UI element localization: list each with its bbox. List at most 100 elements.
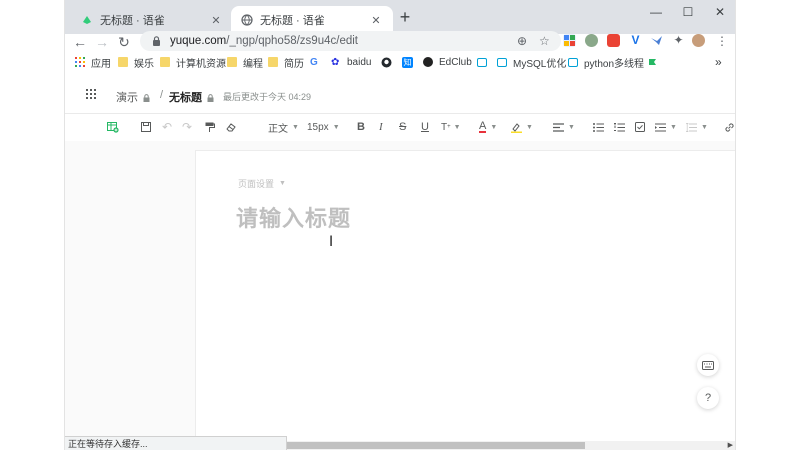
bookmark-apps[interactable]: 应用 — [75, 54, 111, 70]
bookmark-python[interactable]: python多线程 — [568, 54, 644, 70]
bookmark-label: MySQL优化 — [513, 58, 567, 70]
tab-inactive[interactable]: 无标题 · 语雀 ✕ — [71, 6, 233, 34]
new-tab-button[interactable]: + — [395, 8, 415, 26]
paragraph-style-select[interactable]: 正文 ▼ — [268, 120, 299, 135]
bookmark-label: EdClub — [439, 56, 472, 68]
scroll-right-arrow-icon[interactable]: ▶ — [728, 441, 733, 449]
page-settings-dropdown[interactable]: 页面设置 ▼ — [238, 177, 286, 190]
tab-active[interactable]: 无标题 · 语雀 ✕ — [231, 6, 393, 34]
italic-icon[interactable]: I — [379, 120, 383, 134]
bilibili-icon[interactable] — [477, 54, 493, 70]
keyboard-icon — [702, 360, 714, 370]
keyboard-shortcuts-button[interactable] — [697, 354, 719, 376]
add-icon[interactable]: ⊕ — [517, 34, 527, 48]
bookmark-label: 应用 — [91, 58, 111, 70]
space-name: 演示 — [116, 92, 138, 104]
github-icon[interactable] — [381, 54, 392, 70]
bookmarks-overflow-button[interactable]: » — [715, 54, 722, 70]
globe-icon — [241, 14, 253, 26]
app-menu-grid-icon[interactable] — [86, 89, 96, 99]
font-size-select[interactable]: 15px ▼ — [307, 120, 340, 134]
help-button[interactable]: ? — [697, 387, 719, 409]
breadcrumb-space[interactable]: 演示 — [116, 89, 150, 105]
left-letterbox — [0, 0, 65, 450]
text-cursor-icon: I — [329, 234, 334, 250]
extension-v-icon[interactable]: V — [629, 34, 642, 47]
task-list-icon[interactable] — [635, 120, 645, 134]
folder-icon — [118, 57, 128, 67]
document-page[interactable]: 页面设置 ▼ 请输入标题 I — [195, 150, 735, 450]
bookmark-folder[interactable]: 简历 — [268, 54, 304, 70]
strikethrough-icon[interactable]: S — [399, 120, 406, 134]
bookmark-star-icon[interactable]: ☆ — [539, 34, 550, 48]
indent-icon[interactable]: ▼ — [655, 120, 677, 134]
line-height-icon[interactable]: ▼ — [686, 120, 708, 134]
tab-strip: 无标题 · 语雀 ✕ 无标题 · 语雀 ✕ + — ☐ ✕ — [65, 0, 735, 34]
private-lock-icon — [207, 93, 214, 102]
insert-table-icon[interactable] — [107, 120, 119, 134]
bullet-list-icon[interactable] — [593, 120, 604, 134]
folder-icon — [160, 57, 170, 67]
highlight-color-icon[interactable]: ▼ — [511, 120, 533, 134]
title-input[interactable]: 请输入标题 — [236, 201, 351, 233]
google-icon[interactable]: G — [310, 54, 318, 70]
clear-format-icon[interactable] — [226, 120, 237, 134]
lock-icon — [152, 36, 162, 46]
breadcrumb-separator: / — [160, 89, 164, 101]
maximize-button[interactable]: ☐ — [677, 5, 699, 19]
flag-icon[interactable] — [648, 54, 657, 70]
redo-icon[interactable]: ↷ — [182, 120, 192, 134]
bookmark-folder[interactable]: 编程 — [227, 54, 263, 70]
menu-kebab-icon[interactable]: ⋮ — [716, 34, 728, 48]
save-icon[interactable] — [141, 120, 151, 134]
font-size-value: 15px — [307, 121, 329, 133]
bookmarks-bar: 应用 娱乐 计算机资源 编程 简历 G ✿ baidu 知 EdClub MyS… — [65, 54, 735, 70]
bilibili-icon — [497, 57, 507, 67]
font-color-icon[interactable]: A ▼ — [479, 120, 497, 134]
status-bubble: 正在等待存入缓存... — [65, 436, 287, 450]
editor-canvas: 页面设置 ▼ 请输入标题 I ? — [65, 141, 735, 450]
bookmark-label: 编程 — [243, 58, 263, 70]
bookmark-folder[interactable]: 计算机资源 — [160, 54, 226, 70]
minimize-button[interactable]: — — [645, 5, 667, 19]
chevron-down-icon: ▼ — [279, 180, 286, 187]
link-icon[interactable] — [724, 120, 735, 134]
bookmark-label: 计算机资源 — [176, 58, 226, 70]
undo-icon[interactable]: ↶ — [162, 120, 172, 134]
tab-title: 无标题 · 语雀 — [260, 15, 325, 27]
align-icon[interactable]: ▼ — [553, 120, 575, 134]
superscript-icon[interactable]: T + ▼ — [441, 120, 461, 134]
underline-icon[interactable]: U — [421, 120, 429, 134]
zhihu-icon[interactable]: 知 — [402, 54, 413, 70]
bold-icon[interactable]: B — [357, 120, 365, 134]
breadcrumb-doc[interactable]: 无标题 — [169, 89, 214, 105]
bookmark-mysql[interactable]: MySQL优化 — [497, 54, 566, 70]
url-host: yuque.com — [170, 35, 227, 47]
editor-toolbar: ↶ ↷ 正文 ▼ 15px ▼ B I S U T + ▼ A ▼ ▼ ▼ ▼ … — [65, 113, 735, 142]
ordered-list-icon[interactable] — [614, 120, 625, 134]
url-path: /_ngp/qpho58/zs9u4c/edit — [226, 35, 358, 47]
extension-grid-icon[interactable] — [563, 34, 576, 47]
format-painter-icon[interactable] — [205, 120, 215, 134]
forward-button[interactable]: → — [93, 34, 111, 50]
chevron-down-icon: ▼ — [670, 123, 677, 131]
tab-close-icon[interactable]: ✕ — [209, 14, 223, 27]
address-bar[interactable]: yuque.com/_ngp/qpho58/zs9u4c/edit — [140, 31, 561, 51]
browser-window: 无标题 · 语雀 ✕ 无标题 · 语雀 ✕ + — ☐ ✕ ← → ↻ yuqu… — [65, 0, 735, 450]
horizontal-scrollbar[interactable]: ▶ — [287, 441, 735, 450]
extension-circle-icon[interactable] — [585, 34, 598, 47]
bookmark-label: 简历 — [284, 58, 304, 70]
tab-close-icon[interactable]: ✕ — [369, 14, 383, 27]
bookmark-baidu[interactable]: ✿ baidu — [331, 54, 371, 70]
extension-badge-icon[interactable] — [607, 34, 620, 47]
bookmark-folder[interactable]: 娱乐 — [118, 54, 154, 70]
bookmark-label: 娱乐 — [134, 58, 154, 70]
extension-bird-icon[interactable] — [650, 34, 663, 47]
scrollbar-thumb[interactable] — [287, 442, 585, 449]
bookmark-edclub[interactable]: EdClub — [423, 54, 472, 70]
back-button[interactable]: ← — [71, 34, 89, 50]
close-window-button[interactable]: ✕ — [709, 5, 731, 19]
reload-button[interactable]: ↻ — [115, 34, 133, 50]
profile-avatar[interactable] — [692, 34, 705, 47]
extensions-puzzle-icon[interactable]: ✦ — [672, 34, 685, 47]
